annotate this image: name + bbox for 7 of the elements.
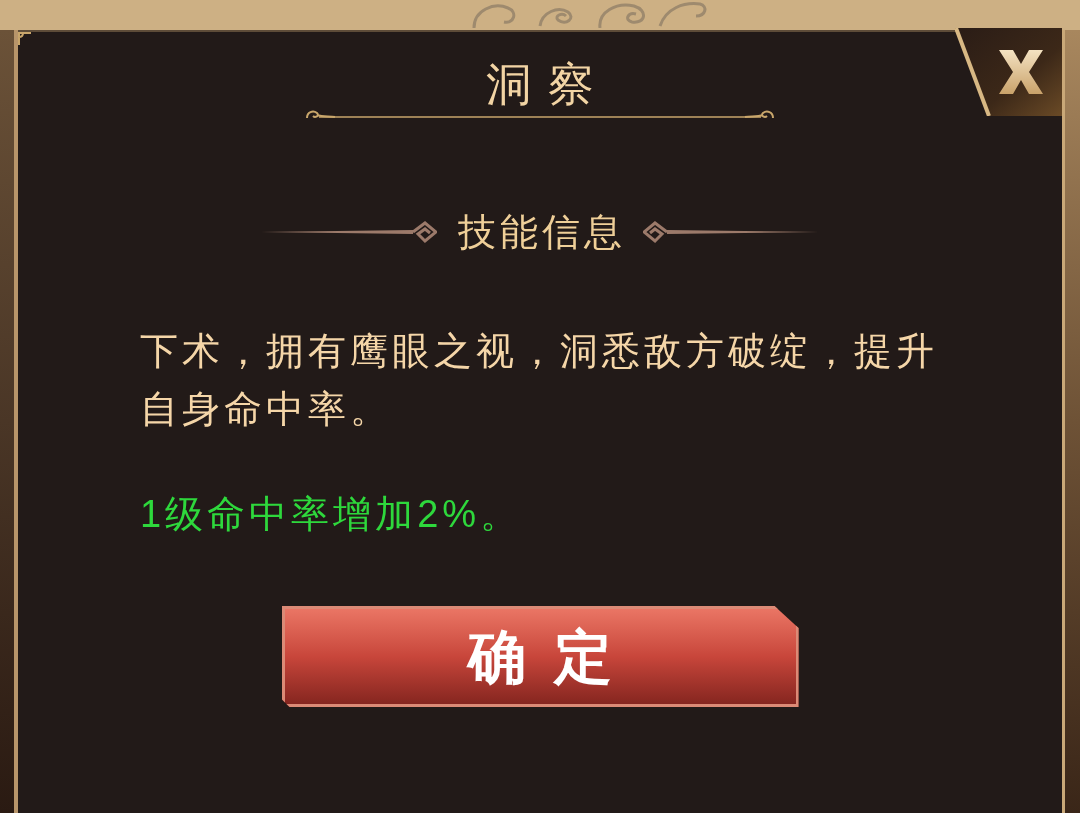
dialog-title: 洞察 (485, 61, 610, 107)
skill-effect-text: 1级命中率增加2%。 (140, 492, 523, 537)
close-button[interactable] (955, 28, 1062, 116)
skill-description: 下术，拥有鹰眼之视，洞悉敌方破绽，提升自身命中率。 (140, 329, 939, 432)
corner-ornament-icon (18, 32, 32, 46)
section-heading: 技能信息 (457, 210, 626, 255)
confirm-button[interactable]: 确定 (281, 606, 799, 707)
